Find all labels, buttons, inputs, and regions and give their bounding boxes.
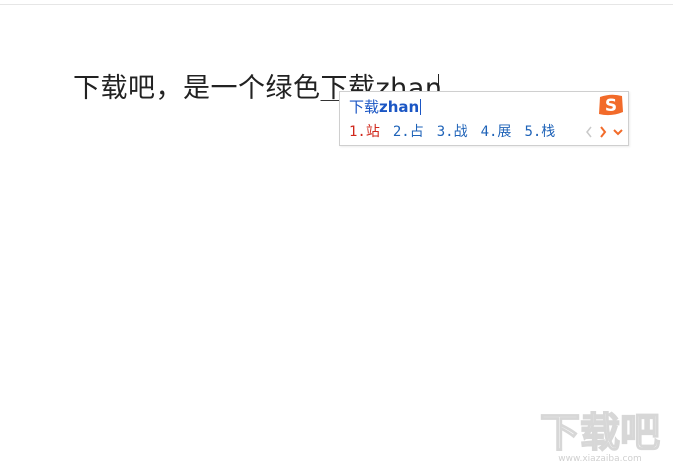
ime-composition-hanzi: 下载 [349, 98, 380, 116]
ime-candidate-2[interactable]: 2.占 [393, 121, 424, 143]
ime-caret [420, 99, 422, 115]
top-divider [0, 4, 673, 5]
watermark-logo: 下载吧 www.xiazaiba.com [533, 404, 667, 464]
ime-candidate-1[interactable]: 1.站 [349, 121, 380, 143]
sogou-logo-icon[interactable]: S [596, 92, 626, 119]
ime-candidate-4[interactable]: 4.展 [481, 121, 512, 143]
next-page-icon[interactable] [598, 123, 608, 141]
ime-composition-row: 下载zhan [349, 96, 422, 118]
ime-composition-pinyin: zhan [379, 98, 420, 116]
svg-text:www.xiazaiba.com: www.xiazaiba.com [558, 454, 642, 464]
ime-candidate-5[interactable]: 5.栈 [524, 121, 555, 143]
ime-candidate-list: 1.站 2.占 3.战 4.展 5.栈 [349, 121, 568, 143]
committed-text: 下载吧，是一个绿色 [73, 73, 321, 104]
svg-text:下载吧: 下载吧 [540, 410, 660, 456]
ime-page-nav [584, 122, 623, 142]
ime-candidate-window[interactable]: 下载zhan S 1.站 2.占 3.战 4.展 5.栈 [339, 91, 629, 146]
svg-text:S: S [605, 96, 617, 116]
expand-chevron-down-icon[interactable] [612, 123, 623, 141]
ime-candidate-3[interactable]: 3.战 [437, 121, 468, 143]
prev-page-icon[interactable] [584, 123, 594, 141]
